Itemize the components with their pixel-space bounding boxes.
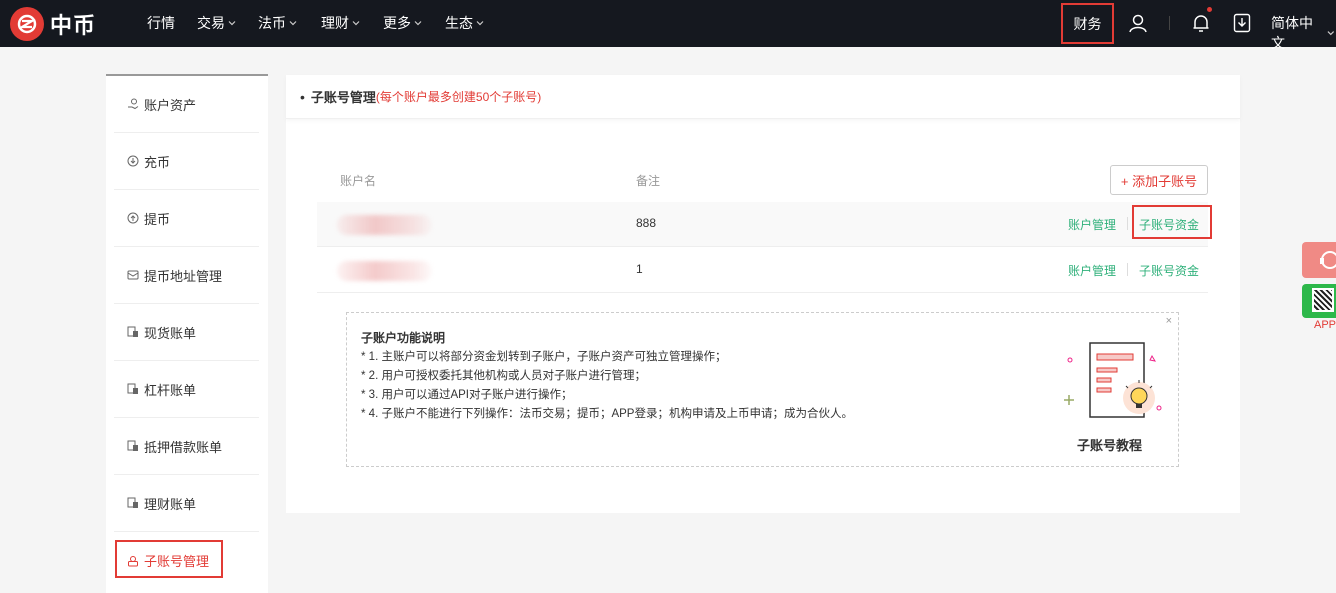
table-row: 888 账户管理 子账号资金	[317, 202, 1212, 247]
table-row: 1 账户管理 子账号资金	[317, 248, 1208, 293]
brand-logo[interactable]: 中币	[10, 7, 96, 41]
info-line: * 1. 主账户可以将部分资金划转到子账户，子账户资产可独立管理操作；	[361, 351, 727, 363]
chevron-down-icon	[228, 21, 236, 26]
row-remark: 888	[636, 216, 657, 230]
action-divider	[1127, 263, 1128, 276]
money-hand-icon	[128, 98, 139, 110]
sub-account-funds-link[interactable]: 子账号资金	[1139, 262, 1199, 279]
sidebar-item-label: 杠杆账单	[144, 382, 197, 398]
finance-button[interactable]: 财务	[1061, 3, 1114, 44]
sidebar-item-margin-bill[interactable]: 杠杆账单	[114, 361, 259, 418]
panel-header: • 子账号管理 (每个账户最多创建50个子账号)	[286, 75, 1240, 119]
chevron-down-icon	[476, 21, 484, 26]
address-book-icon	[127, 270, 139, 280]
sidebar-item-address-management[interactable]: 提币地址管理	[114, 247, 259, 304]
download-icon[interactable]	[1231, 12, 1253, 34]
row-remark: 1	[636, 262, 643, 276]
sidebar-item-spot-bill[interactable]: 现货账单	[114, 304, 259, 361]
sub-account-info-box: × 子账户功能说明 * 1. 主账户可以将部分资金划转到子账户，子账户资产可独立…	[346, 312, 1179, 467]
account-management-link[interactable]: 账户管理	[1068, 216, 1116, 233]
bill-icon	[127, 326, 138, 337]
bell-icon[interactable]	[1190, 12, 1212, 34]
column-header-remark: 备注	[636, 174, 661, 188]
info-line: * 2. 用户可授权委托其他机构或人员对子账户进行管理；	[361, 370, 646, 382]
sidebar-item-loan-bill[interactable]: 抵押借款账单	[114, 418, 259, 475]
info-line: * 4. 子账户不能进行下列操作：法币交易；提币；APP登录；机构申请及上币申请…	[361, 408, 853, 420]
notification-dot	[1207, 7, 1212, 12]
finance-label: 财务	[1073, 15, 1102, 32]
nav-wealth[interactable]: 理财	[321, 13, 361, 33]
sidebar-item-label: 账户资产	[144, 97, 197, 113]
blurred-account-name	[337, 261, 432, 281]
top-navigation-bar: 中币 行情 交易 法币 理财 更多 生态 财务 简体中文	[0, 0, 1336, 51]
logo-icon	[10, 7, 44, 41]
withdraw-icon	[127, 212, 139, 224]
nav-market[interactable]: 行情	[147, 13, 175, 33]
highlight-box	[115, 540, 223, 578]
sidebar-item-label: 提币地址管理	[144, 268, 223, 284]
sidebar-item-label: 理财账单	[144, 496, 197, 512]
customer-service-button[interactable]	[1302, 242, 1336, 278]
nav-ecosystem[interactable]: 生态	[445, 13, 485, 33]
page-subtitle: (每个账户最多创建50个子账号)	[375, 90, 542, 104]
bullet-icon: •	[300, 88, 305, 105]
sidebar-item-label: 提币	[144, 211, 171, 227]
language-label: 简体中文	[1271, 15, 1313, 51]
sidebar-item-withdraw[interactable]: 提币	[114, 190, 259, 247]
bill-icon	[127, 383, 138, 394]
qr-code-icon	[1312, 288, 1334, 312]
chevron-down-icon	[289, 21, 297, 26]
sidebar: 账户资产 充币 提币 提币地址管理 现货账单 杠杆账单 抵押借款账单 理财账单 …	[106, 74, 268, 593]
close-icon[interactable]: ×	[1166, 315, 1172, 327]
info-title: 子账户功能说明	[361, 331, 446, 345]
nav-ecosystem-label: 生态	[445, 15, 473, 31]
app-download-button[interactable]	[1302, 284, 1336, 318]
info-line: * 3. 用户可以通过API对子账户进行操作；	[361, 389, 573, 401]
tutorial-label[interactable]: 子账号教程	[1077, 435, 1142, 454]
action-divider	[1127, 217, 1128, 230]
sidebar-item-label: 现货账单	[144, 325, 197, 341]
chevron-down-icon	[1327, 31, 1335, 36]
nav-wealth-label: 理财	[321, 15, 349, 31]
bill-icon	[127, 440, 138, 451]
column-header-account-name: 账户名	[340, 174, 377, 188]
nav-market-label: 行情	[147, 15, 175, 31]
headset-icon	[1320, 251, 1336, 269]
highlight-box	[1132, 205, 1212, 239]
user-icon[interactable]	[1127, 12, 1149, 34]
sidebar-item-account-assets[interactable]: 账户资产	[114, 76, 259, 133]
chevron-down-icon	[352, 21, 360, 26]
sidebar-item-label: 抵押借款账单	[144, 439, 223, 455]
sidebar-item-label: 充币	[144, 154, 171, 170]
nav-trade[interactable]: 交易	[197, 13, 237, 33]
nav-divider	[1169, 16, 1170, 30]
page-title: 子账号管理	[310, 90, 376, 105]
deposit-icon	[127, 155, 139, 167]
chevron-down-icon	[414, 21, 422, 26]
app-label: APP	[1314, 319, 1336, 331]
sidebar-item-deposit[interactable]: 充币	[114, 133, 259, 190]
nav-fiat[interactable]: 法币	[258, 13, 298, 33]
sidebar-item-wealth-bill[interactable]: 理财账单	[114, 475, 259, 532]
sub-account-panel: • 子账号管理 (每个账户最多创建50个子账号) 账户名 备注 + 添加子账号 …	[286, 75, 1240, 513]
add-sub-account-button[interactable]: + 添加子账号	[1110, 165, 1208, 195]
account-management-link[interactable]: 账户管理	[1068, 262, 1116, 279]
nav-more[interactable]: 更多	[383, 13, 423, 33]
language-selector[interactable]: 简体中文	[1271, 13, 1336, 53]
brand-name: 中币	[50, 13, 97, 38]
nav-trade-label: 交易	[197, 15, 225, 31]
nav-more-label: 更多	[383, 15, 411, 31]
nav-fiat-label: 法币	[258, 15, 286, 31]
bill-icon	[127, 497, 138, 508]
blurred-account-name	[337, 215, 432, 235]
tutorial-illustration-icon[interactable]	[1062, 338, 1162, 428]
